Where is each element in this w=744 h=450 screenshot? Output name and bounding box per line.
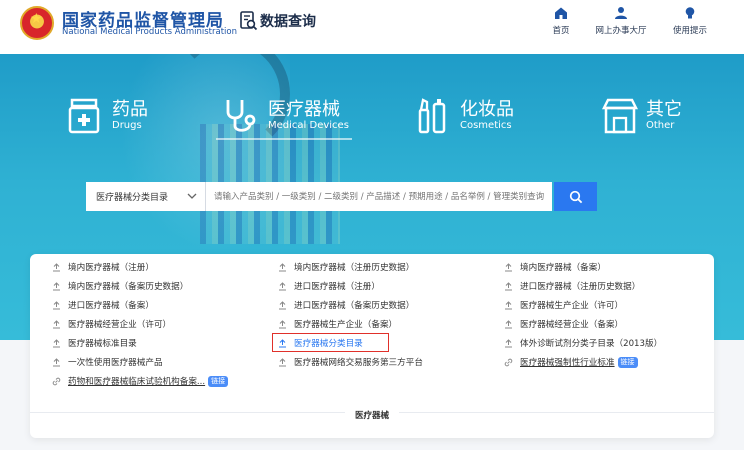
- category-select[interactable]: 医疗器械分类目录: [86, 182, 206, 211]
- upload-icon: [53, 300, 60, 309]
- list-item-label: 一次性使用医疗器械产品: [68, 358, 163, 368]
- link-badge: 链接: [617, 356, 638, 368]
- link-badge: 链接: [208, 375, 229, 387]
- nav-online-service-hall[interactable]: 网上办事大厅: [581, 6, 661, 36]
- list-item-label: 医疗器械强制性行业标准: [520, 358, 615, 368]
- list-item[interactable]: 境内医疗器械（备案）: [504, 260, 606, 274]
- upload-icon: [53, 319, 60, 328]
- data-query-title: 数据查询: [260, 14, 316, 30]
- selection-highlight-box: [272, 333, 389, 352]
- list-item[interactable]: 体外诊断试剂分类子目录（2013版）: [504, 336, 662, 350]
- drug-box-icon: [68, 98, 100, 134]
- search-button[interactable]: [554, 182, 597, 211]
- list-item[interactable]: 医疗器械生产企业（备案）: [278, 317, 397, 331]
- card-footer-label: 医疗器械: [30, 409, 714, 421]
- nav-usage-tips[interactable]: 使用提示: [650, 6, 730, 36]
- list-item[interactable]: 进口医疗器械（注册历史数据）: [504, 279, 640, 293]
- search-icon: [569, 190, 582, 203]
- link-icon: [52, 377, 61, 385]
- category-cosmetics[interactable]: 化妆品 Cosmetics: [414, 96, 514, 136]
- upload-icon: [53, 357, 60, 366]
- search-bar: 医疗器械分类目录: [86, 182, 597, 211]
- nav-label: 首页: [552, 26, 570, 36]
- list-item-label: 药物和医疗器械临床试验机构备案...: [68, 377, 206, 387]
- upload-icon: [53, 262, 60, 271]
- upload-icon: [53, 281, 60, 290]
- list-item-label: 境内医疗器械（备案历史数据）: [68, 282, 189, 292]
- category-label-en: Cosmetics: [460, 120, 512, 131]
- upload-icon: [505, 300, 512, 309]
- stethoscope-icon: [226, 100, 256, 132]
- list-item[interactable]: 一次性使用医疗器械产品: [52, 355, 163, 369]
- category-label-en: Drugs: [112, 120, 142, 131]
- list-item-label: 医疗器械网络交易服务第三方平台: [294, 358, 423, 368]
- list-item-label: 境内医疗器械（注册）: [68, 263, 154, 273]
- list-item[interactable]: 境内医疗器械（备案历史数据）: [52, 279, 188, 293]
- upload-icon: [505, 281, 512, 290]
- list-item[interactable]: 医疗器械经营企业（许可）: [52, 317, 171, 331]
- list-item-label: 进口医疗器械（备案）: [68, 301, 154, 311]
- list-item[interactable]: 医疗器械标准目录: [52, 336, 137, 350]
- category-select-value: 医疗器械分类目录: [96, 193, 169, 203]
- category-label-cn: 化妆品: [460, 99, 514, 120]
- home-icon: [555, 7, 567, 19]
- category-label-cn: 药品: [112, 99, 148, 120]
- list-item-label: 医疗器械经营企业（许可）: [68, 320, 172, 330]
- category-medical-devices[interactable]: 医疗器械 Medical Devices: [222, 96, 349, 136]
- list-item[interactable]: 医疗器械生产企业（许可）: [504, 298, 623, 312]
- list-item-link[interactable]: 医疗器械强制性行业标准 链接: [504, 355, 638, 369]
- list-item[interactable]: 境内医疗器械（注册历史数据）: [278, 260, 414, 274]
- user-icon: [615, 7, 627, 19]
- org-name-en[interactable]: National Medical Products Administration: [62, 27, 237, 37]
- cosmetics-icon: [418, 98, 446, 134]
- list-item[interactable]: 医疗器械网络交易服务第三方平台: [278, 355, 423, 369]
- bulb-icon: [685, 7, 695, 19]
- list-item-label: 体外诊断试剂分类子目录（2013版）: [520, 339, 663, 349]
- upload-icon: [505, 338, 512, 347]
- category-label-cn: 医疗器械: [268, 99, 340, 120]
- upload-icon: [279, 281, 286, 290]
- link-icon: [504, 358, 513, 366]
- upload-icon: [505, 319, 512, 328]
- list-item[interactable]: 医疗器械经营企业（备案）: [504, 317, 623, 331]
- national-emblem-icon: ★: [20, 6, 54, 40]
- upload-icon: [279, 300, 286, 309]
- active-category-underline: [216, 138, 352, 140]
- category-label-cn: 其它: [646, 99, 682, 120]
- list-item-label: 进口医疗器械（注册）: [294, 282, 380, 292]
- chevron-down-icon: [187, 193, 197, 199]
- list-item-label: 进口医疗器械（注册历史数据）: [520, 282, 641, 292]
- list-item[interactable]: 境内医疗器械（注册）: [52, 260, 154, 274]
- footer-text: 医疗器械: [344, 411, 399, 421]
- data-query-icon: [240, 11, 258, 31]
- list-item-link[interactable]: 药物和医疗器械临床试验机构备案... 链接: [52, 374, 229, 388]
- category-label-en: Other: [646, 120, 675, 131]
- search-input[interactable]: [206, 182, 552, 211]
- category-other[interactable]: 其它 Other: [600, 96, 682, 136]
- list-item-label: 医疗器械生产企业（许可）: [520, 301, 624, 311]
- upload-icon: [279, 262, 286, 271]
- list-item-label: 进口医疗器械（备案历史数据）: [294, 301, 415, 311]
- store-icon: [601, 98, 639, 134]
- nav-label: 网上办事大厅: [595, 26, 647, 36]
- list-item-label: 医疗器械生产企业（备案）: [294, 320, 398, 330]
- list-item-label: 境内医疗器械（备案）: [520, 263, 606, 273]
- upload-icon: [279, 357, 286, 366]
- list-item-label: 医疗器械标准目录: [68, 339, 137, 349]
- list-item[interactable]: 进口医疗器械（备案）: [52, 298, 154, 312]
- upload-icon: [505, 262, 512, 271]
- upload-icon: [53, 338, 60, 347]
- nav-label: 使用提示: [672, 26, 707, 36]
- list-item[interactable]: 进口医疗器械（备案历史数据）: [278, 298, 414, 312]
- upload-icon: [279, 319, 286, 328]
- list-item-label: 境内医疗器械（注册历史数据）: [294, 263, 415, 273]
- category-drugs[interactable]: 药品 Drugs: [66, 96, 148, 136]
- top-header: ★ 国家药品监督管理局 National Medical Products Ad…: [0, 0, 744, 54]
- list-item[interactable]: 进口医疗器械（注册）: [278, 279, 380, 293]
- category-label-en: Medical Devices: [268, 120, 349, 131]
- list-item-label: 医疗器械经营企业（备案）: [520, 320, 624, 330]
